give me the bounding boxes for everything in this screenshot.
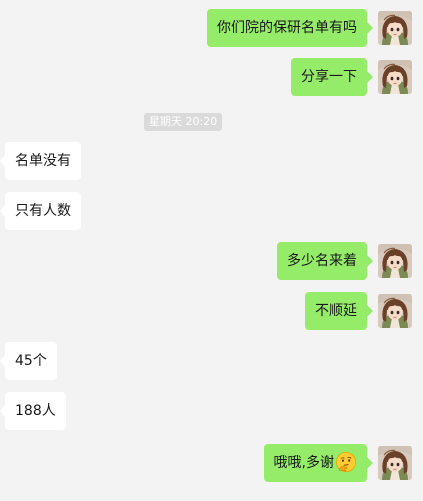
anime-girl-avatar-icon bbox=[378, 60, 412, 94]
avatar[interactable] bbox=[378, 244, 412, 278]
message-row: 188人 bbox=[0, 392, 423, 430]
anime-girl-avatar-icon bbox=[378, 294, 412, 328]
incoming-message-bubble[interactable]: 名单没有 bbox=[0, 142, 81, 180]
message-row: 你们院的保研名单有吗 bbox=[0, 9, 423, 47]
message-text: 哦哦,多谢 bbox=[273, 455, 334, 471]
message-row: 多少名来着 bbox=[0, 242, 423, 280]
avatar[interactable] bbox=[378, 11, 412, 45]
outgoing-message-bubble[interactable]: 你们院的保研名单有吗 bbox=[207, 9, 373, 47]
outgoing-message-bubble[interactable]: 哦哦,多谢 bbox=[263, 444, 374, 482]
message-row: 45个 bbox=[0, 342, 423, 380]
avatar[interactable] bbox=[378, 60, 412, 94]
incoming-message-bubble[interactable]: 45个 bbox=[0, 342, 57, 380]
message-row: 名单没有 bbox=[0, 142, 423, 180]
avatar[interactable] bbox=[378, 446, 412, 480]
anime-girl-avatar-icon bbox=[378, 11, 412, 45]
timestamp-divider: 星期天 20:20 bbox=[144, 113, 223, 131]
message-row: 不顺延 bbox=[0, 292, 423, 330]
outgoing-message-bubble[interactable]: 不顺延 bbox=[305, 292, 373, 330]
message-row: 哦哦,多谢 bbox=[0, 444, 423, 482]
message-row: 分享一下 bbox=[0, 58, 423, 96]
anime-girl-avatar-icon bbox=[378, 446, 412, 480]
message-row: 只有人数 bbox=[0, 192, 423, 230]
outgoing-message-bubble[interactable]: 多少名来着 bbox=[277, 242, 373, 280]
incoming-message-bubble[interactable]: 只有人数 bbox=[0, 192, 81, 230]
chat-window: 你们院的保研名单有吗 分享一下 星期天 20:20 名单没有 只有人数 多少名来… bbox=[0, 0, 423, 501]
thinking-face-emoji-icon bbox=[335, 451, 357, 473]
anime-girl-avatar-icon bbox=[378, 244, 412, 278]
incoming-message-bubble[interactable]: 188人 bbox=[0, 392, 66, 430]
outgoing-message-bubble[interactable]: 分享一下 bbox=[291, 58, 373, 96]
avatar[interactable] bbox=[378, 294, 412, 328]
